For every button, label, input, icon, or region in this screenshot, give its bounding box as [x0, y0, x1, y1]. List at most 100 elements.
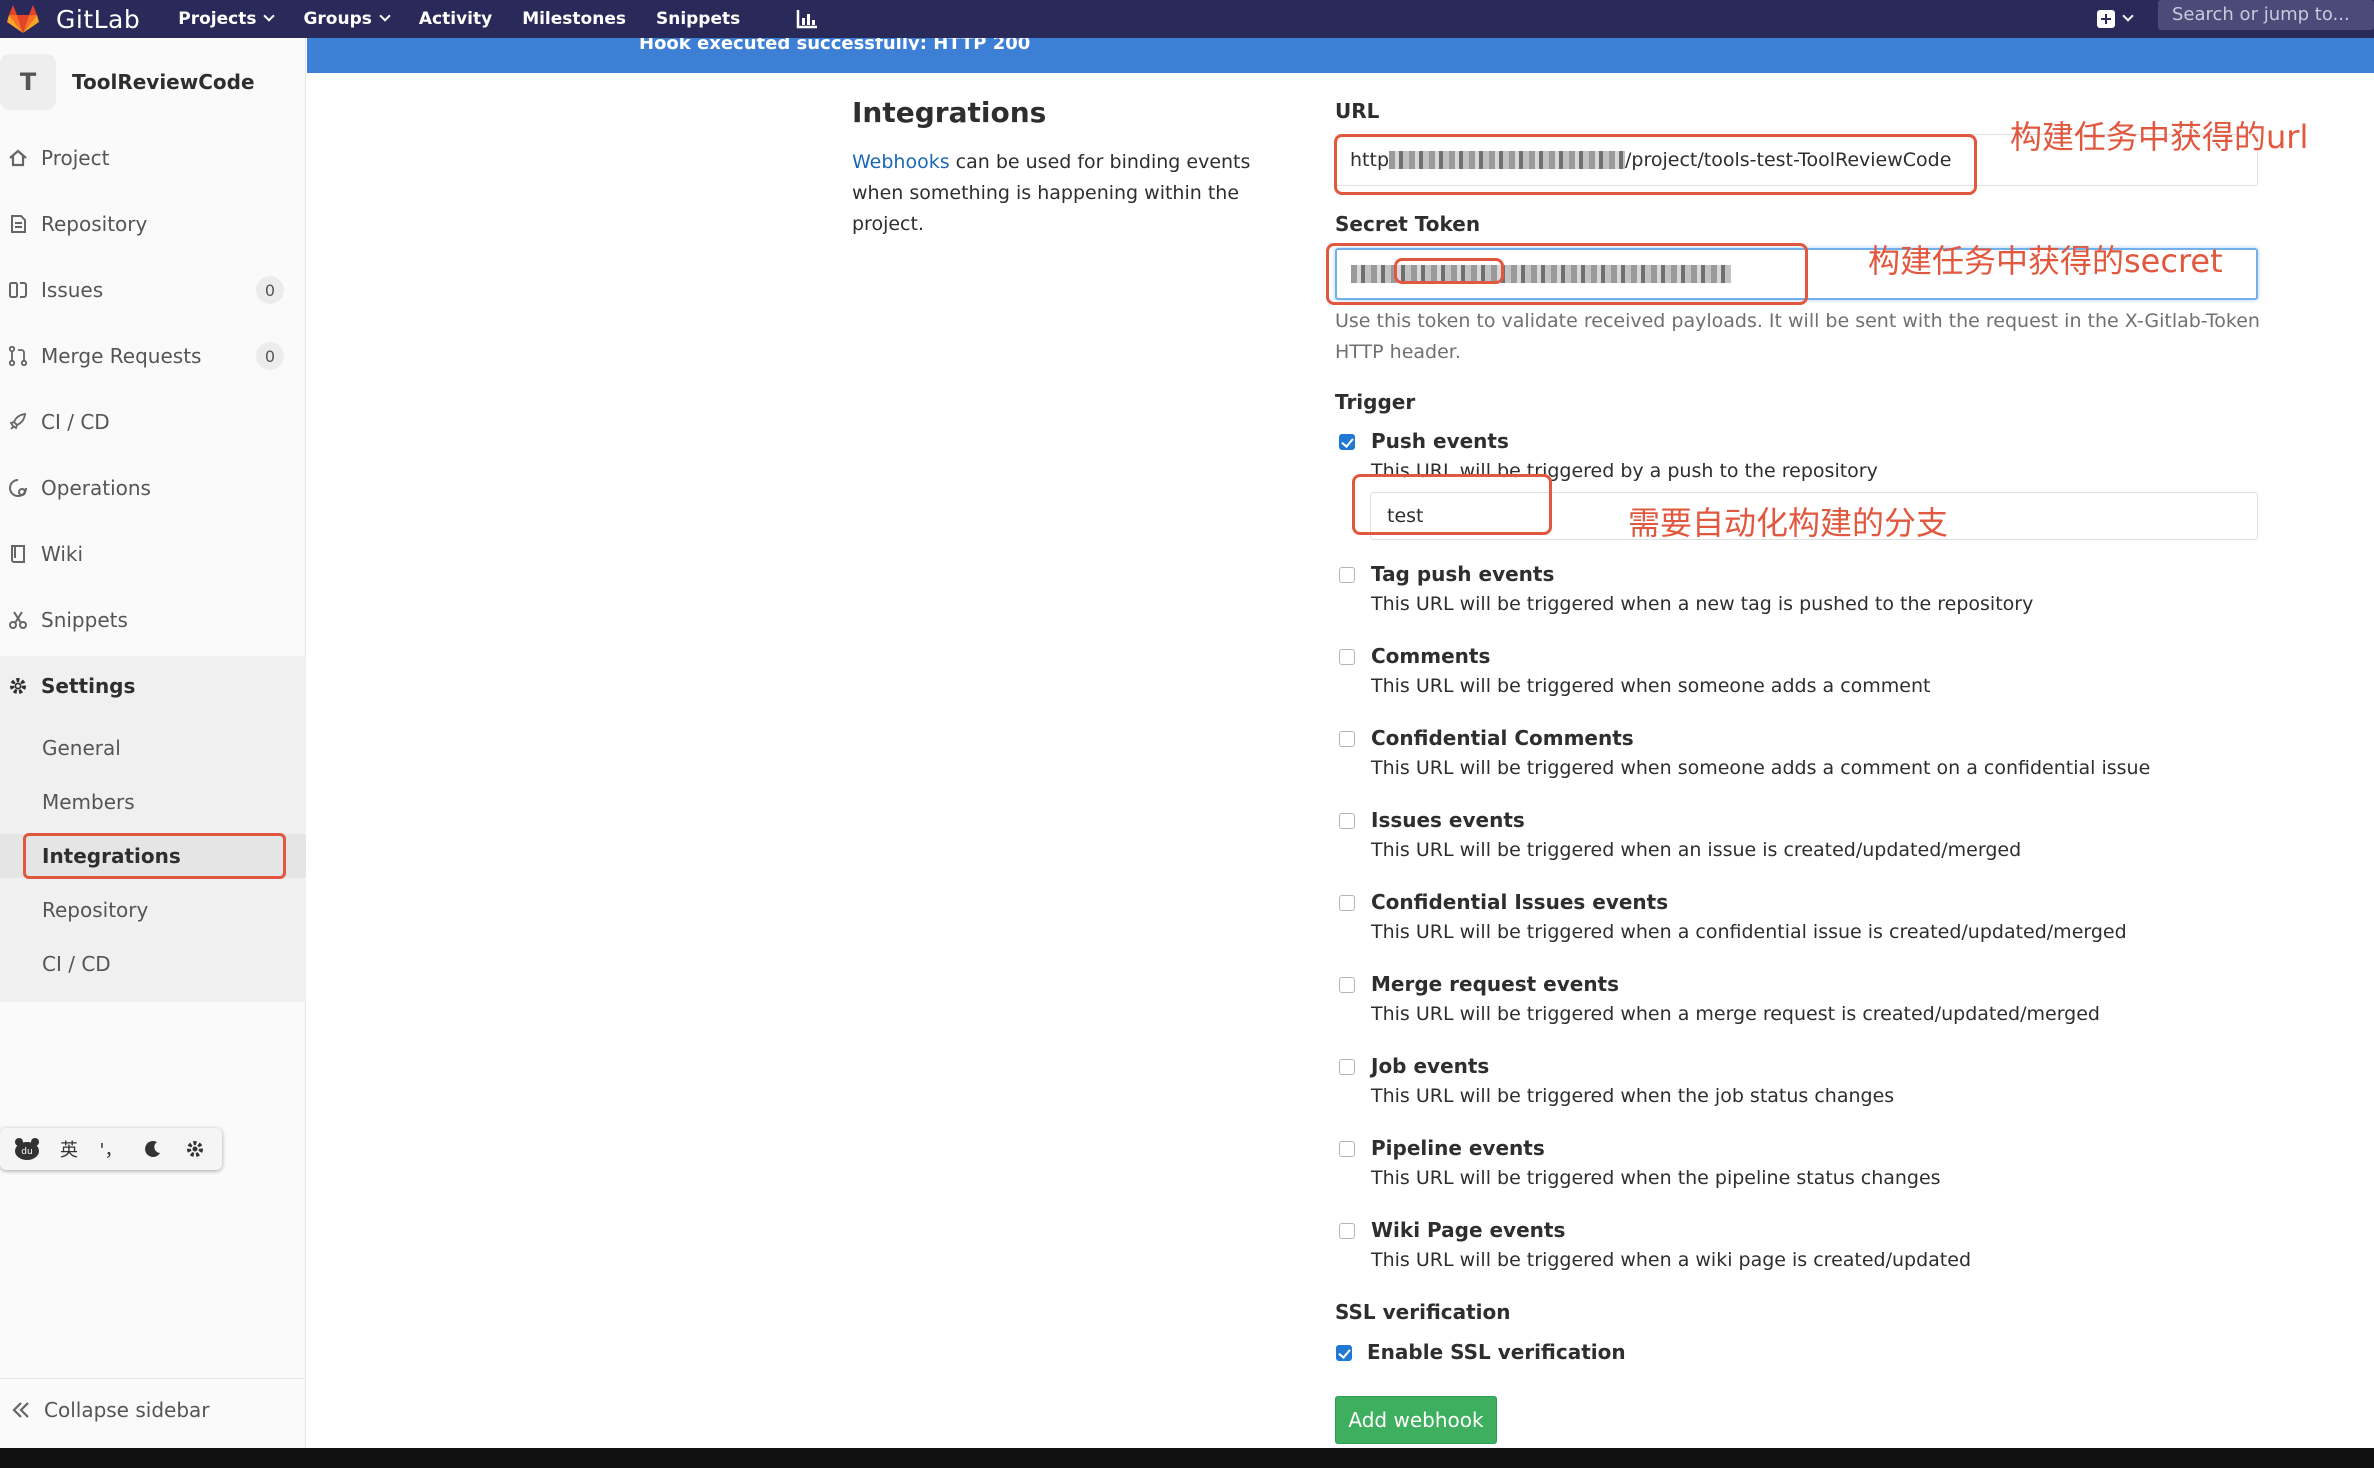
bear-icon[interactable]: du: [12, 1134, 42, 1164]
bottom-edge-bar: [0, 1448, 2374, 1468]
sidebar-item-ci-cd[interactable]: CI / CD: [0, 402, 306, 442]
sidebar-item-label: Issues: [41, 278, 104, 302]
pipeline-events-desc: This URL will be triggered when the pipe…: [1371, 1167, 1941, 1189]
tag-push-events-title: Tag push events: [1371, 562, 1555, 586]
secret-token-label: Secret Token: [1335, 212, 1481, 236]
sidebar: T ToolReviewCode Project Repository Issu…: [0, 38, 306, 1448]
merge-request-events-desc: This URL will be triggered when a merge …: [1371, 1003, 2100, 1025]
chevron-down-icon: [263, 10, 276, 22]
nav-projects[interactable]: Projects: [178, 9, 276, 29]
push-events-title: Push events: [1371, 429, 1509, 453]
svg-text:du: du: [21, 1147, 32, 1157]
chart-icon[interactable]: [796, 9, 818, 29]
annotation-note-secret: 构建任务中获得的secret: [1868, 242, 2223, 280]
comments-title: Comments: [1371, 644, 1491, 668]
search-input[interactable]: Search or jump to...: [2158, 0, 2374, 30]
settings-sub-members[interactable]: Members: [0, 780, 306, 824]
merge-requests-count-badge: 0: [256, 342, 284, 370]
description-text: Webhooks can be used for binding events …: [852, 147, 1272, 240]
flash-banner: Hook executed successfully: HTTP 200: [307, 38, 2374, 73]
sidebar-item-label: Project: [41, 146, 110, 170]
gear-icon[interactable]: [180, 1134, 210, 1164]
top-navbar: GitLab Projects Groups Activity Mileston…: [0, 0, 2374, 38]
merge-request-events-title: Merge request events: [1371, 972, 1620, 996]
annotation-box-url: [1334, 134, 1977, 195]
confidential-comments-title: Confidential Comments: [1371, 726, 1634, 750]
nav-snippets[interactable]: Snippets: [656, 9, 740, 29]
issues-events-checkbox[interactable]: [1339, 813, 1355, 829]
settings-sub-ci-cd[interactable]: CI / CD: [0, 942, 306, 986]
wiki-page-events-checkbox[interactable]: [1339, 1223, 1355, 1239]
trigger-label: Trigger: [1335, 390, 1416, 414]
pipeline-events-title: Pipeline events: [1371, 1136, 1545, 1160]
issues-events-title: Issues events: [1371, 808, 1525, 832]
operations-icon: [9, 479, 27, 497]
new-menu[interactable]: [2097, 10, 2134, 28]
merge-request-events-checkbox[interactable]: [1339, 977, 1355, 993]
nav-milestones[interactable]: Milestones: [522, 9, 626, 29]
tag-push-events-desc: This URL will be triggered when a new ta…: [1371, 593, 2034, 615]
book-icon: [11, 545, 25, 563]
brand[interactable]: GitLab: [0, 0, 140, 38]
integrations-description: Integrations Webhooks can be used for bi…: [852, 96, 1272, 240]
nav-projects-label: Projects: [178, 9, 257, 29]
chevron-down-icon: [2122, 10, 2134, 22]
sidebar-item-wiki[interactable]: Wiki: [0, 534, 306, 574]
job-events-checkbox[interactable]: [1339, 1059, 1355, 1075]
nav-links: Projects Groups Activity Milestones Snip…: [178, 0, 818, 38]
ssl-verification-option: Enable SSL verification: [1367, 1340, 1626, 1364]
comments-checkbox[interactable]: [1339, 649, 1355, 665]
moon-icon[interactable]: [138, 1134, 168, 1164]
annotation-note-branch: 需要自动化构建的分支: [1628, 504, 1949, 542]
double-chevron-left-icon: [12, 1401, 29, 1418]
confidential-comments-checkbox[interactable]: [1339, 731, 1355, 747]
add-webhook-button[interactable]: Add webhook: [1335, 1396, 1497, 1444]
sidebar-item-project[interactable]: Project: [0, 138, 306, 178]
project-header[interactable]: T ToolReviewCode: [0, 54, 255, 110]
home-icon: [9, 149, 27, 167]
sidebar-item-merge-requests[interactable]: Merge Requests 0: [0, 336, 306, 376]
secret-token-help: Use this token to validate received payl…: [1335, 310, 2260, 363]
confidential-comments-desc: This URL will be triggered when someone …: [1371, 757, 2151, 779]
wiki-page-events-desc: This URL will be triggered when a wiki p…: [1371, 1249, 1972, 1271]
annotation-box-secret-inner: [1394, 258, 1504, 284]
settings-section: Settings General Members Integrations Re…: [0, 656, 306, 1002]
nav-right: Search or jump to...: [2097, 0, 2374, 38]
sidebar-item-operations[interactable]: Operations: [0, 468, 306, 508]
rocket-icon: [9, 412, 27, 430]
sidebar-item-issues[interactable]: Issues 0: [0, 270, 306, 310]
ime-toolbar[interactable]: du 英 '，: [0, 1128, 222, 1170]
brand-name: GitLab: [56, 4, 141, 34]
collapse-sidebar-label: Collapse sidebar: [44, 1397, 210, 1422]
sidebar-item-snippets[interactable]: Snippets: [0, 600, 306, 640]
issues-events-desc: This URL will be triggered when an issue…: [1371, 839, 2022, 861]
sidebar-item-label: Snippets: [41, 608, 128, 632]
gear-icon: [10, 678, 26, 694]
nav-groups[interactable]: Groups: [303, 9, 391, 29]
project-avatar: T: [0, 54, 56, 110]
sidebar-item-settings[interactable]: Settings: [0, 666, 306, 706]
job-events-desc: This URL will be triggered when the job …: [1371, 1085, 1895, 1107]
flash-message: Hook executed successfully: HTTP 200: [639, 38, 1031, 50]
tag-push-events-checkbox[interactable]: [1339, 567, 1355, 583]
settings-sub-repository[interactable]: Repository: [0, 888, 306, 932]
nav-groups-label: Groups: [303, 9, 372, 29]
comments-desc: This URL will be triggered when someone …: [1371, 675, 1931, 697]
push-events-checkbox[interactable]: [1339, 434, 1355, 450]
ssl-verification-checkbox[interactable]: [1336, 1345, 1352, 1361]
nav-activity[interactable]: Activity: [419, 9, 492, 29]
webhooks-link[interactable]: Webhooks: [852, 151, 950, 173]
pipeline-events-checkbox[interactable]: [1339, 1141, 1355, 1157]
sidebar-item-label: Repository: [41, 212, 148, 236]
ime-lang-toggle[interactable]: 英: [54, 1134, 84, 1164]
ime-punct-toggle[interactable]: '，: [96, 1134, 126, 1164]
doc-icon: [11, 215, 26, 233]
settings-sub-general[interactable]: General: [0, 726, 306, 770]
confidential-issues-events-checkbox[interactable]: [1339, 895, 1355, 911]
annotation-box-branch: [1352, 474, 1552, 535]
chevron-down-icon: [379, 10, 391, 22]
annotation-box-integrations: [23, 833, 286, 879]
collapse-sidebar-button[interactable]: Collapse sidebar: [0, 1378, 306, 1440]
sidebar-item-label: Settings: [41, 674, 136, 698]
sidebar-item-repository[interactable]: Repository: [0, 204, 306, 244]
